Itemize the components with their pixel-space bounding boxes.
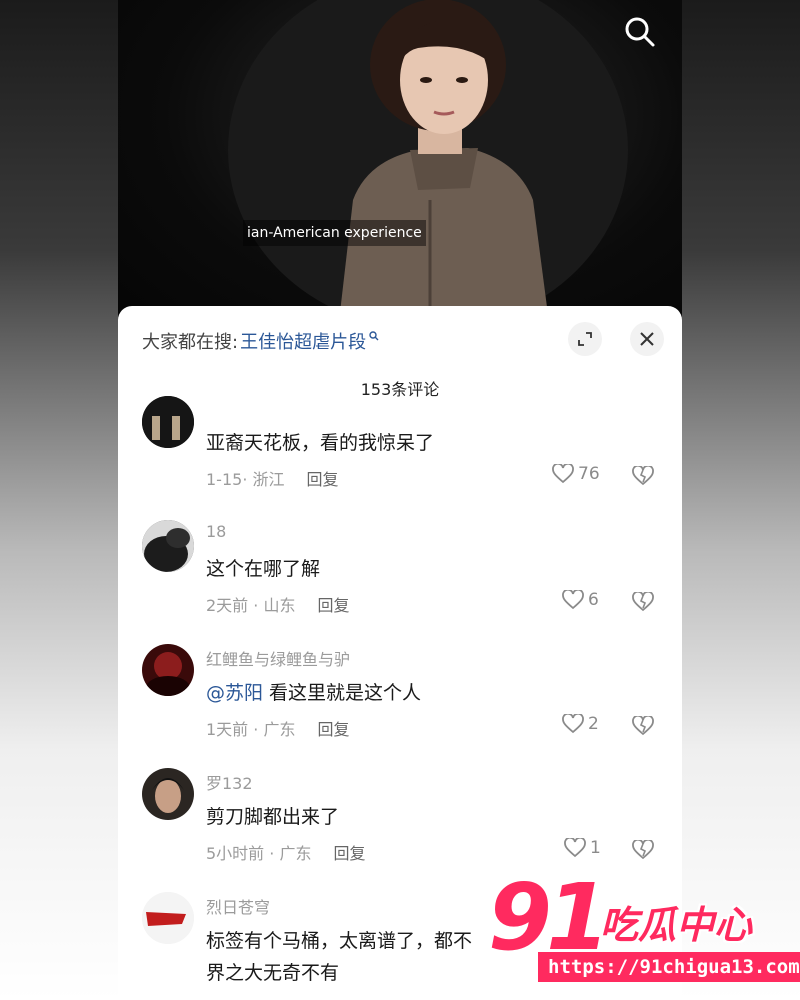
comment-username[interactable]: 烈日苍穹	[206, 894, 270, 918]
comment-meta: 5小时前 · 广东 回复	[206, 840, 365, 864]
trending-search-keyword[interactable]: 王佳怡超虐片段	[240, 328, 366, 354]
watermark-url: https://91chigua13.com	[538, 952, 800, 982]
comment-text: @苏阳 看这里就是这个人	[206, 678, 421, 705]
dislike-button[interactable]	[632, 714, 654, 740]
reply-button[interactable]: 回复	[317, 720, 349, 739]
like-button[interactable]: 6	[562, 590, 599, 610]
site-watermark: 91 吃瓜中心 https://91chigua13.com	[488, 868, 800, 988]
avatar[interactable]	[142, 892, 194, 944]
comment-item: 罗132 剪刀脚都出来了 5小时前 · 广东 回复 1	[118, 768, 682, 878]
user-mention[interactable]: @苏阳	[206, 682, 263, 704]
broken-heart-icon	[632, 464, 654, 486]
reply-button[interactable]: 回复	[307, 470, 339, 489]
avatar-image	[142, 644, 194, 696]
avatar-image	[142, 520, 194, 572]
search-button[interactable]	[620, 12, 660, 52]
comment-text-body: 看这里就是这个人	[263, 682, 422, 704]
avatar[interactable]	[142, 768, 194, 820]
dislike-button[interactable]	[632, 838, 654, 864]
close-icon	[640, 332, 654, 346]
heart-icon	[562, 714, 584, 734]
comment-username[interactable]: 18	[206, 522, 226, 541]
avatar[interactable]	[142, 644, 194, 696]
trending-search-prefix: 大家都在搜:	[142, 332, 239, 353]
avatar[interactable]	[142, 396, 194, 448]
comment-time-location: 1-15· 浙江	[206, 470, 285, 489]
comment-time-location: 5小时前 · 广东	[206, 844, 312, 863]
comment-text: 亚裔天花板，看的我惊呆了	[206, 432, 435, 454]
video-subtitle: ian-American experience	[243, 220, 426, 246]
like-count: 6	[588, 590, 599, 610]
heart-icon	[552, 464, 574, 484]
broken-heart-icon	[632, 590, 654, 612]
comment-meta: 1天前 · 广东 回复	[206, 716, 349, 740]
comment-username[interactable]: 罗132	[206, 770, 253, 794]
small-search-icon	[369, 331, 379, 341]
avatar-image	[142, 892, 194, 944]
trending-search-bar: 大家都在搜: 王佳怡超虐片段	[142, 328, 379, 354]
expand-button[interactable]	[568, 322, 602, 356]
comment-meta: 1-15· 浙江 回复	[206, 466, 339, 490]
heart-icon	[562, 590, 584, 610]
reply-button[interactable]: 回复	[333, 844, 365, 863]
video-player[interactable]: ian-American experience	[118, 0, 682, 330]
comment-time-location: 1天前 · 广东	[206, 720, 296, 739]
like-button[interactable]: 2	[562, 714, 599, 734]
comment-text: 这个在哪了解	[206, 558, 321, 580]
video-frame	[228, 0, 628, 330]
expand-icon	[578, 332, 592, 346]
comment-meta: 2天前 · 山东 回复	[206, 592, 349, 616]
like-count: 76	[578, 464, 600, 484]
search-icon	[625, 17, 655, 47]
watermark-brand: 吃瓜中心	[600, 903, 753, 947]
avatar[interactable]	[142, 520, 194, 572]
like-button[interactable]: 1	[564, 838, 601, 858]
close-button[interactable]	[630, 322, 664, 356]
comment-username[interactable]: 红鲤鱼与绿鲤鱼与驴	[206, 646, 350, 670]
comment-text: 标签有个马桶，太离谱了，都不	[206, 930, 473, 952]
phone-screen: ian-American experience 大家都在搜: 王佳怡超虐片段 1…	[118, 0, 682, 1000]
avatar-image	[142, 768, 194, 820]
broken-heart-icon	[632, 714, 654, 736]
comment-count: 153条评论	[360, 380, 440, 399]
comment-item: 亚裔天花板，看的我惊呆了 1-15· 浙江 回复 76	[118, 396, 682, 506]
like-button[interactable]: 76	[552, 464, 600, 484]
dislike-button[interactable]	[632, 464, 654, 490]
like-count: 2	[588, 714, 599, 734]
broken-heart-icon	[632, 838, 654, 860]
dislike-button[interactable]	[632, 590, 654, 616]
like-count: 1	[590, 838, 601, 858]
comment-item: 红鲤鱼与绿鲤鱼与驴 @苏阳 看这里就是这个人 1天前 · 广东 回复 2	[118, 644, 682, 754]
avatar-image	[142, 396, 194, 448]
comment-text-line2: 界之大无奇不有	[206, 962, 340, 984]
reply-button[interactable]: 回复	[317, 596, 349, 615]
comment-text: 剪刀脚都出来了	[206, 806, 340, 828]
heart-icon	[564, 838, 586, 858]
comment-item: 18 这个在哪了解 2天前 · 山东 回复 6	[118, 520, 682, 630]
comment-time-location: 2天前 · 山东	[206, 596, 296, 615]
